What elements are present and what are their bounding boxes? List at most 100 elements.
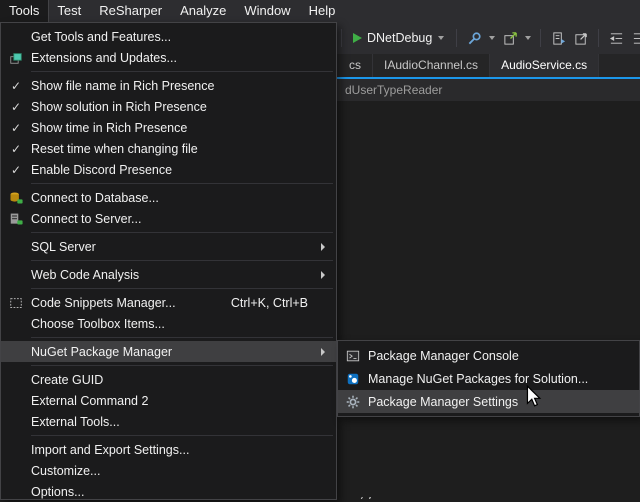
tools-menu-item-import-and-export-settings[interactable]: Import and Export Settings... xyxy=(1,439,336,460)
menu-item-label: Connect to Server... xyxy=(31,212,141,226)
menu-item-label: NuGet Package Manager xyxy=(31,345,172,359)
tools-menu-item-extensions-and-updates[interactable]: Extensions and Updates... xyxy=(1,47,336,68)
server-icon xyxy=(1,212,31,226)
tools-menu-item-reset-time-when-changing-file[interactable]: ✓Reset time when changing file xyxy=(1,138,336,159)
doc-arrow-icon[interactable] xyxy=(549,28,567,48)
tab-audioservice-cs[interactable]: AudioService.cs xyxy=(490,54,599,77)
tools-menu-separator xyxy=(31,232,333,233)
tools-menu-item-web-code-analysis[interactable]: Web Code Analysis xyxy=(1,264,336,285)
export-box-icon[interactable] xyxy=(501,28,519,48)
menu-item-label: Create GUID xyxy=(31,373,103,387)
tools-menu-separator xyxy=(31,183,333,184)
extensions-icon xyxy=(1,51,31,65)
tools-menu-item-create-guid[interactable]: Create GUID xyxy=(1,369,336,390)
indent-right-icon[interactable] xyxy=(630,28,640,48)
submenu-arrow-icon xyxy=(321,271,325,279)
menu-item-label: Enable Discord Presence xyxy=(31,163,172,177)
tools-menu-separator xyxy=(31,260,333,261)
menu-item-label: Show solution in Rich Presence xyxy=(31,100,207,114)
database-icon xyxy=(1,191,31,205)
menubar-item-help[interactable]: Help xyxy=(300,0,345,22)
debug-target-label: DNetDebug xyxy=(367,31,432,45)
tools-menu-separator xyxy=(31,337,333,338)
play-icon xyxy=(353,33,362,43)
indent-left-icon[interactable] xyxy=(607,28,625,48)
nuget-package-manager-submenu: Package Manager Console Manage NuGet Pack… xyxy=(337,340,640,417)
tools-menu-item-external-tools[interactable]: External Tools... xyxy=(1,411,336,432)
tools-menu-separator xyxy=(31,288,333,289)
toolbar-separator xyxy=(540,29,541,47)
toolbar-separator xyxy=(456,29,457,47)
package-icon xyxy=(338,372,368,386)
tools-menu-item-external-command-2[interactable]: External Command 2 xyxy=(1,390,336,411)
menu-item-shortcut: Ctrl+K, Ctrl+B xyxy=(231,296,330,310)
gear-icon xyxy=(338,395,368,409)
menu-item-label: External Tools... xyxy=(31,415,120,429)
tools-menu-item-get-tools-and-features[interactable]: Get Tools and Features... xyxy=(1,26,336,47)
chevron-down-icon[interactable] xyxy=(489,36,495,40)
menu-item-label: Options... xyxy=(31,485,85,499)
tools-menu-item-show-time-in-rich-presence[interactable]: ✓Show time in Rich Presence xyxy=(1,117,336,138)
tools-menu-item-show-file-name-in-rich-presence[interactable]: ✓Show file name in Rich Presence xyxy=(1,75,336,96)
checkmark-icon: ✓ xyxy=(1,79,31,93)
tab-cs[interactable]: cs xyxy=(338,54,373,77)
nuget-submenu-item-package-manager-settings[interactable]: Package Manager Settings xyxy=(338,390,639,413)
menu-item-label: Web Code Analysis xyxy=(31,268,139,282)
menu-item-label: Get Tools and Features... xyxy=(31,30,171,44)
menu-item-label: Code Snippets Manager... xyxy=(31,296,176,310)
menu-item-label: Reset time when changing file xyxy=(31,142,198,156)
breadcrumb[interactable]: dUserTypeReader xyxy=(345,79,442,101)
menubar-item-resharper[interactable]: ReSharper xyxy=(90,0,171,22)
chevron-down-icon[interactable] xyxy=(438,36,444,40)
tools-menu-separator xyxy=(31,435,333,436)
chevron-down-icon[interactable] xyxy=(525,36,531,40)
tools-menu-item-enable-discord-presence[interactable]: ✓Enable Discord Presence xyxy=(1,159,336,180)
menubar-item-tools[interactable]: Tools xyxy=(0,0,48,22)
checkmark-icon: ✓ xyxy=(1,163,31,177)
tools-menu-item-sql-server[interactable]: SQL Server xyxy=(1,236,336,257)
menu-item-label: Choose Toolbox Items... xyxy=(31,317,165,331)
toolbar-separator xyxy=(341,29,342,47)
menubar-item-analyze[interactable]: Analyze xyxy=(171,0,235,22)
tools-menu-item-choose-toolbox-items[interactable]: Choose Toolbox Items... xyxy=(1,313,336,334)
checkmark-icon: ✓ xyxy=(1,100,31,114)
tab-iaudiochannel-cs[interactable]: IAudioChannel.cs xyxy=(373,54,490,77)
snippets-icon xyxy=(1,296,31,310)
toolbar-icon-group xyxy=(465,28,640,48)
tools-menu-item-show-solution-in-rich-presence[interactable]: ✓Show solution in Rich Presence xyxy=(1,96,336,117)
menu-item-label: Extensions and Updates... xyxy=(31,51,177,65)
toolbar-separator xyxy=(598,29,599,47)
tools-menu-item-connect-to-database[interactable]: Connect to Database... xyxy=(1,187,336,208)
menu-item-label: Manage NuGet Packages for Solution... xyxy=(368,372,588,386)
menu-item-label: External Command 2 xyxy=(31,394,148,408)
tools-menu-item-options[interactable]: Options... xyxy=(1,481,336,502)
menu-item-label: Customize... xyxy=(31,464,100,478)
tabs: csIAudioChannel.csAudioService.cs xyxy=(338,54,599,77)
menubar: ToolsTestReSharperAnalyzeWindowHelp xyxy=(0,0,640,22)
menubar-item-test[interactable]: Test xyxy=(48,0,90,22)
tools-menu-item-customize[interactable]: Customize... xyxy=(1,460,336,481)
menu-item-label: SQL Server xyxy=(31,240,96,254)
tools-menu-separator xyxy=(31,71,333,72)
magnifier-icon[interactable] xyxy=(465,28,483,48)
menu-item-label: Show time in Rich Presence xyxy=(31,121,187,135)
tools-menu-separator xyxy=(31,365,333,366)
menu-item-label: Package Manager Console xyxy=(368,349,519,363)
tools-menu-item-code-snippets-manager[interactable]: Code Snippets Manager... Ctrl+K, Ctrl+B xyxy=(1,292,336,313)
nuget-submenu-item-package-manager-console[interactable]: Package Manager Console xyxy=(338,344,639,367)
start-debug-button[interactable]: DNetDebug xyxy=(350,29,448,47)
menu-item-label: Connect to Database... xyxy=(31,191,159,205)
tools-menu-item-connect-to-server[interactable]: Connect to Server... xyxy=(1,208,336,229)
menu-item-label: Import and Export Settings... xyxy=(31,443,189,457)
menubar-item-window[interactable]: Window xyxy=(235,0,299,22)
menu-item-label: Show file name in Rich Presence xyxy=(31,79,214,93)
checkmark-icon: ✓ xyxy=(1,142,31,156)
box-arrow-icon[interactable] xyxy=(572,28,590,48)
nuget-submenu-item-manage-nuget-packages-for-solution[interactable]: Manage NuGet Packages for Solution... xyxy=(338,367,639,390)
console-icon xyxy=(338,349,368,363)
menu-item-label: Package Manager Settings xyxy=(368,395,518,409)
submenu-arrow-icon xyxy=(321,348,325,356)
tools-menu-item-nuget-package-manager[interactable]: NuGet Package Manager xyxy=(1,341,336,362)
submenu-arrow-icon xyxy=(321,243,325,251)
toolbar-content: DNetDebug xyxy=(338,22,640,54)
